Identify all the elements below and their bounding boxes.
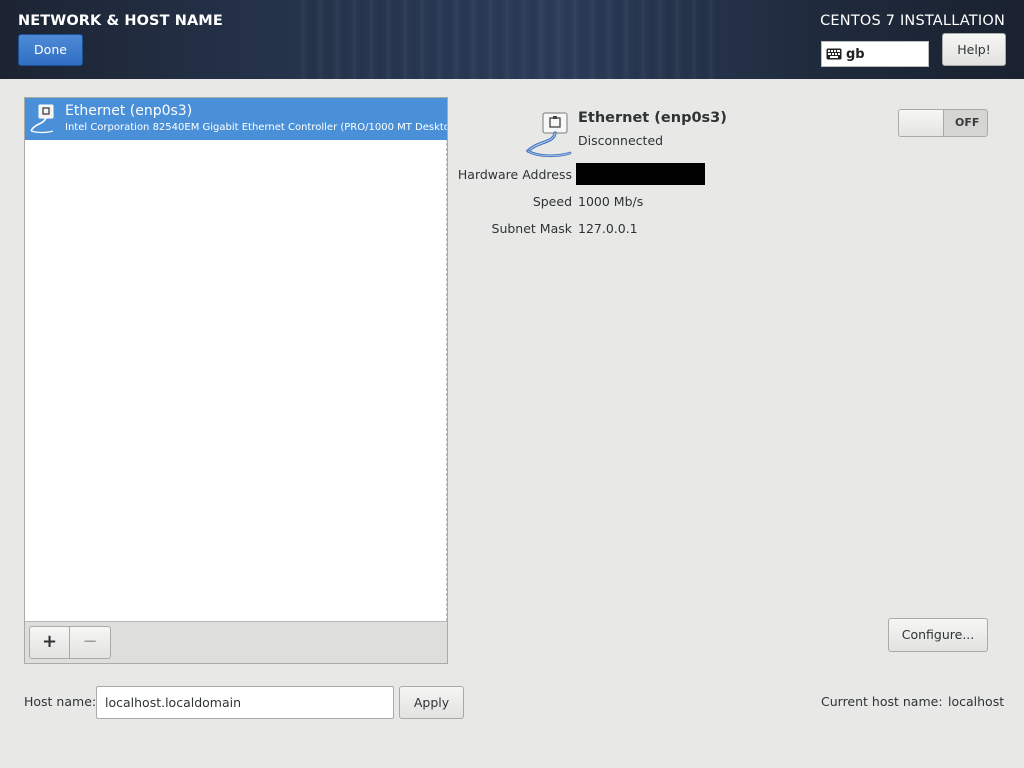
keyboard-icon: [826, 48, 842, 60]
device-connection-status: Disconnected: [578, 133, 664, 148]
device-list-toolbar: + −: [25, 621, 447, 663]
ethernet-cable-icon: [526, 112, 572, 158]
speed-label: Speed: [532, 194, 572, 209]
device-description: Intel Corporation 82540EM Gigabit Ethern…: [65, 122, 447, 133]
hardware-address-label: Hardware Address: [457, 167, 572, 182]
ethernet-cable-icon: [30, 104, 54, 134]
host-name-input[interactable]: [96, 686, 394, 719]
configure-button[interactable]: Configure...: [888, 618, 988, 652]
help-button[interactable]: Help!: [942, 33, 1006, 66]
speed-value: 1000 Mb/s: [578, 194, 644, 209]
installation-title: CENTOS 7 INSTALLATION: [820, 13, 1005, 29]
hardware-address-value-redacted: [576, 163, 705, 185]
page-title: NETWORK & HOST NAME: [18, 13, 223, 29]
subnet-mask-value: 127.0.0.1: [578, 221, 638, 236]
remove-device-button[interactable]: −: [70, 626, 111, 659]
top-header-bar: NETWORK & HOST NAME Done CENTOS 7 INSTAL…: [0, 0, 1024, 79]
switch-knob: [899, 110, 944, 136]
host-name-label: Host name:: [24, 694, 97, 709]
header-decoration: [300, 0, 720, 79]
done-button[interactable]: Done: [18, 34, 83, 66]
keyboard-layout-indicator[interactable]: gb: [821, 41, 929, 67]
device-detail-name: Ethernet (enp0s3): [578, 110, 727, 126]
current-host-name-value: localhost: [948, 694, 1005, 709]
device-name: Ethernet (enp0s3): [65, 103, 193, 119]
add-device-button[interactable]: +: [29, 626, 70, 659]
device-list-item-enp0s3[interactable]: Ethernet (enp0s3) Intel Corporation 8254…: [25, 98, 447, 140]
subnet-mask-label: Subnet Mask: [491, 221, 572, 236]
keyboard-layout-code: gb: [846, 46, 865, 62]
network-device-panel: Ethernet (enp0s3) Intel Corporation 8254…: [24, 97, 448, 664]
connection-toggle-switch[interactable]: OFF: [898, 109, 988, 137]
network-device-list: Ethernet (enp0s3) Intel Corporation 8254…: [25, 98, 447, 621]
apply-button[interactable]: Apply: [399, 686, 464, 719]
current-host-name-label: Current host name:: [821, 694, 943, 709]
switch-state-label: OFF: [955, 116, 980, 129]
